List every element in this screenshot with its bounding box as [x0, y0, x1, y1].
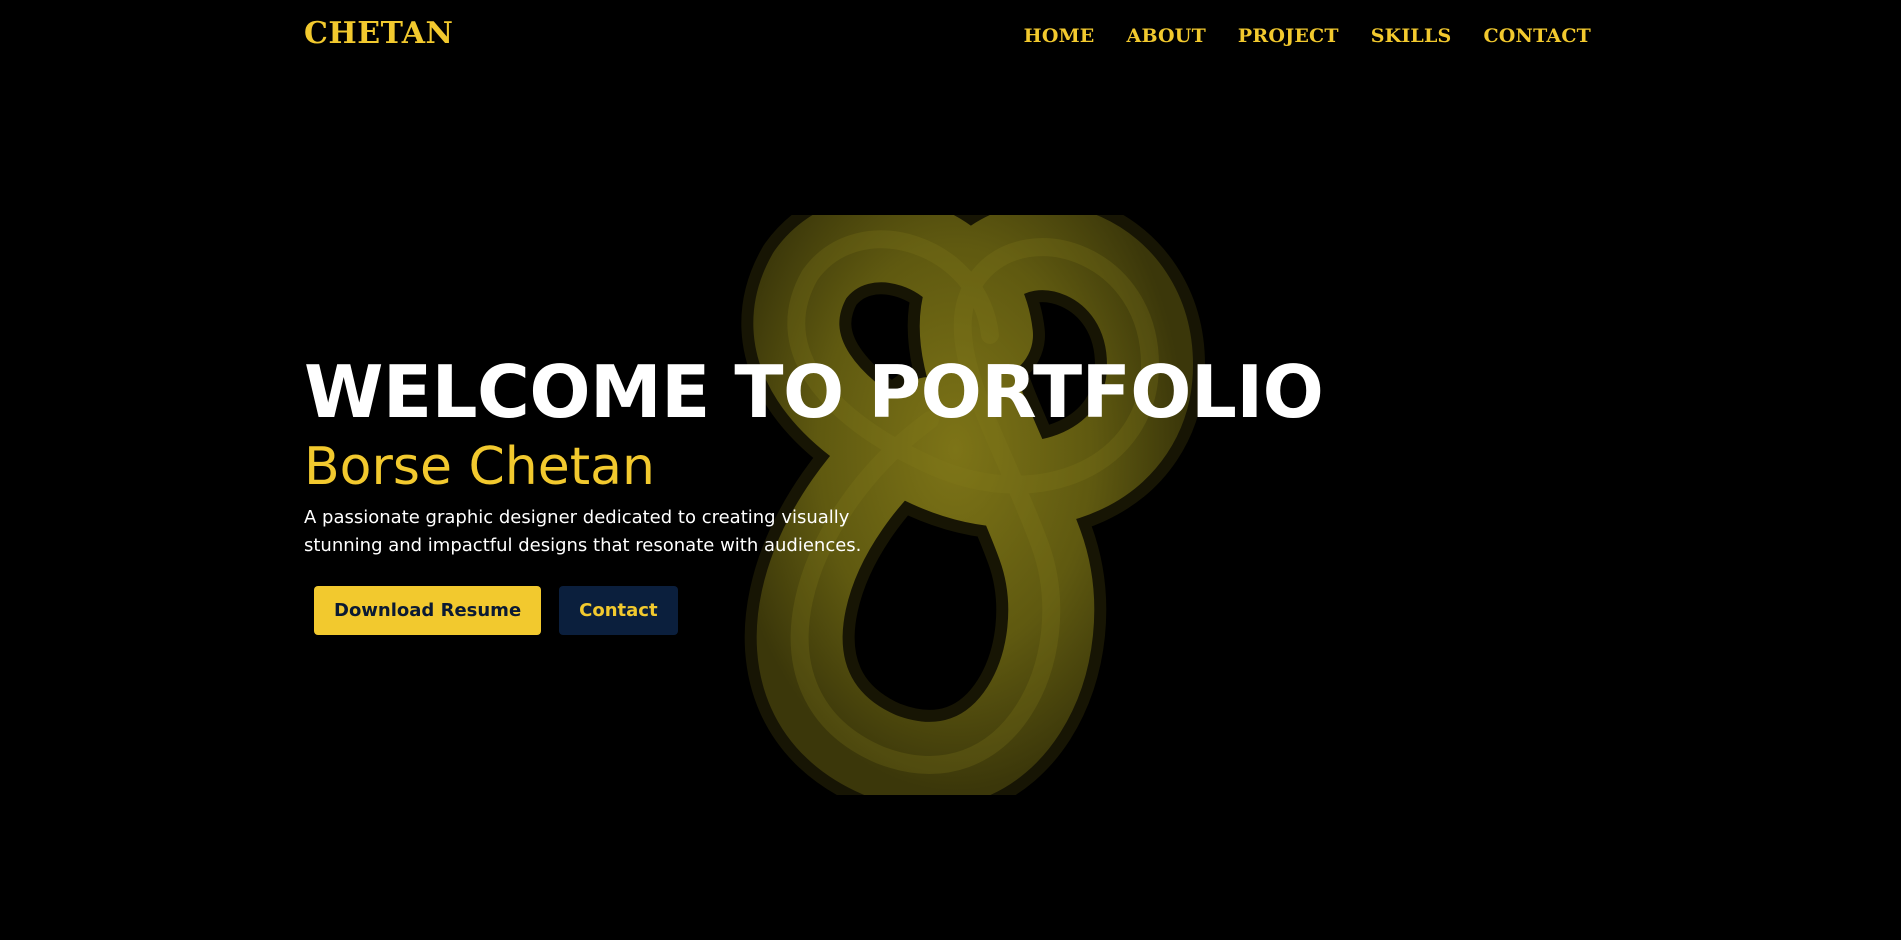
- nav-link-about[interactable]: ABOUT: [1127, 25, 1206, 47]
- nav-menu: HOME ABOUT PROJECT SKILLS CONTACT: [1024, 22, 1591, 50]
- contact-button[interactable]: Contact: [559, 586, 678, 635]
- hero-title: WELCOME TO PORTFOLIO: [304, 350, 1324, 434]
- nav-item-about: ABOUT: [1127, 22, 1206, 50]
- download-resume-button[interactable]: Download Resume: [314, 586, 542, 635]
- top-navbar: CHETAN HOME ABOUT PROJECT SKILLS CONTACT: [0, 0, 1901, 72]
- hero-name: Borse Chetan: [304, 437, 655, 497]
- nav-item-contact: CONTACT: [1483, 22, 1591, 50]
- site-logo[interactable]: CHETAN: [304, 14, 453, 54]
- nav-item-home: HOME: [1024, 22, 1095, 50]
- hero-section: WELCOME TO PORTFOLIO Borse Chetan A pass…: [304, 350, 1324, 635]
- hero-actions: Download Resume Contact: [314, 586, 1323, 635]
- nav-item-project: PROJECT: [1238, 22, 1339, 50]
- nav-link-project[interactable]: PROJECT: [1238, 25, 1339, 47]
- nav-item-skills: SKILLS: [1371, 22, 1452, 50]
- nav-link-home[interactable]: HOME: [1024, 25, 1095, 47]
- hero-description: A passionate graphic designer dedicated …: [304, 507, 862, 556]
- nav-link-contact[interactable]: CONTACT: [1483, 25, 1591, 47]
- nav-link-skills[interactable]: SKILLS: [1371, 25, 1452, 47]
